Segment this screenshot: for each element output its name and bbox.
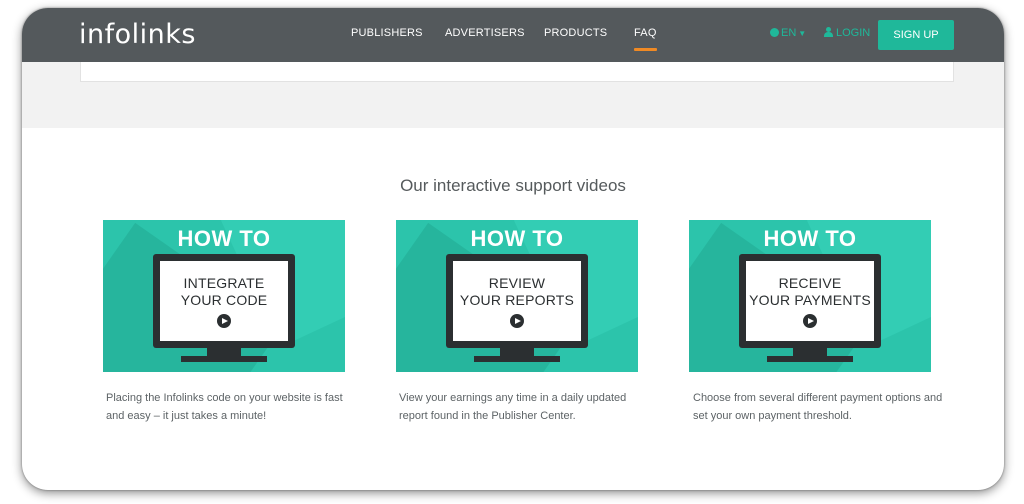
monitor-screen: RECEIVE YOUR PAYMENTS	[746, 261, 874, 341]
video-description: Placing the Infolinks code on your websi…	[106, 392, 343, 422]
monitor-icon: RECEIVE YOUR PAYMENTS	[739, 254, 881, 348]
video-title-line1: INTEGRATE	[183, 275, 265, 291]
monitor-screen: INTEGRATE YOUR CODE	[160, 261, 288, 341]
grey-band	[22, 62, 1004, 128]
video-title-line1: REVIEW	[488, 275, 546, 291]
video-thumbnail-receive-payments[interactable]: HOW TO RECEIVE YOUR PAYMENTS	[689, 220, 931, 372]
nav-products[interactable]: PRODUCTS	[544, 27, 607, 39]
login-label: LOGIN	[836, 27, 871, 39]
content-card-bottom	[80, 62, 954, 82]
nav-publishers[interactable]: PUBLISHERS	[351, 27, 423, 39]
play-icon[interactable]	[217, 314, 231, 328]
monitor-icon: INTEGRATE YOUR CODE	[153, 254, 295, 348]
video-description: Choose from several different payment op…	[693, 392, 943, 422]
play-icon[interactable]	[803, 314, 817, 328]
infolinks-logo[interactable]: infolinks	[79, 19, 196, 50]
globe-icon	[770, 28, 779, 37]
login-link[interactable]: LOGIN	[824, 27, 870, 39]
language-selector[interactable]: EN ▼	[770, 27, 806, 39]
video-title-line1: RECEIVE	[778, 275, 842, 291]
chevron-down-icon: ▼	[798, 29, 807, 38]
video-howto-label: HOW TO	[470, 226, 564, 251]
language-label: EN	[781, 27, 797, 39]
browser-frame: infolinks PUBLISHERS ADVERTISERS PRODUCT…	[22, 8, 1004, 490]
top-navbar: infolinks PUBLISHERS ADVERTISERS PRODUCT…	[22, 8, 1004, 62]
video-howto-label: HOW TO	[763, 226, 857, 251]
video-title-line2: YOUR PAYMENTS	[749, 292, 871, 308]
video-thumbnail-integrate-code[interactable]: HOW TO INTEGRATE YOUR CODE	[103, 220, 345, 372]
video-description: View your earnings any time in a daily u…	[399, 392, 627, 422]
user-icon	[824, 27, 833, 37]
video-title-line2: YOUR CODE	[180, 292, 268, 308]
nav-advertisers[interactable]: ADVERTISERS	[445, 27, 525, 39]
video-howto-label: HOW TO	[177, 226, 271, 251]
video-title-line2: YOUR REPORTS	[459, 292, 575, 308]
play-icon[interactable]	[510, 314, 524, 328]
monitor-screen: REVIEW YOUR REPORTS	[453, 261, 581, 341]
nav-faq[interactable]: FAQ	[634, 27, 657, 51]
monitor-icon: REVIEW YOUR REPORTS	[446, 254, 588, 348]
sign-up-button[interactable]: SIGN UP	[878, 20, 954, 50]
video-thumbnail-review-reports[interactable]: HOW TO REVIEW YOUR REPORTS	[396, 220, 638, 372]
section-title: Our interactive support videos	[400, 176, 626, 195]
